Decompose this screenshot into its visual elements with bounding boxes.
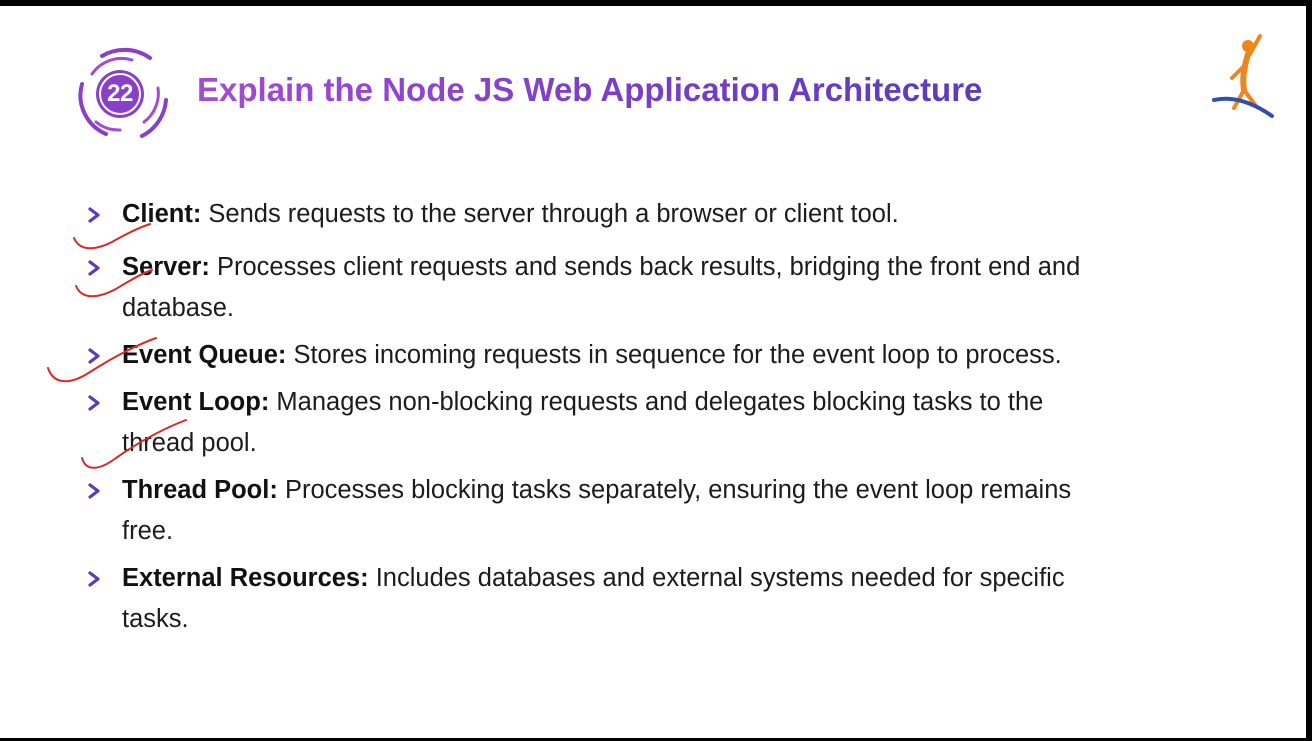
list-item: Server: Processes client requests and se…	[84, 247, 1094, 329]
point-term: Thread Pool:	[122, 476, 278, 504]
list-item: External Resources: Includes databases a…	[84, 558, 1094, 640]
point-description: Stores incoming requests in sequence for…	[293, 341, 1062, 369]
chevron-right-icon	[86, 260, 102, 276]
page-title: Explain the Node JS Web Application Arch…	[197, 68, 982, 112]
list-item: Thread Pool: Processes blocking tasks se…	[84, 470, 1094, 552]
point-term: Client:	[122, 200, 202, 228]
list-item: Event Loop: Manages non-blocking request…	[84, 382, 1094, 464]
point-description: Processes client requests and sends back…	[122, 253, 1081, 322]
slide: 22 Explain the Node JS Web Application A…	[0, 6, 1306, 738]
point-term: Event Queue:	[122, 341, 287, 369]
architecture-points-list: Client: Sends requests to the server thr…	[84, 194, 1094, 646]
point-term: Server:	[122, 253, 210, 281]
chevron-right-icon	[86, 207, 102, 223]
chevron-right-icon	[86, 395, 102, 411]
list-item: Event Queue: Stores incoming requests in…	[84, 335, 1094, 376]
list-item: Client: Sends requests to the server thr…	[84, 194, 1094, 235]
brand-logo	[1212, 34, 1278, 126]
chevron-right-icon	[86, 571, 102, 587]
chevron-right-icon	[86, 483, 102, 499]
slide-header: 22 Explain the Node JS Web Application A…	[0, 6, 1306, 156]
running-figure-logo-icon	[1212, 34, 1274, 118]
question-number-badge: 22	[72, 44, 172, 144]
point-term: Event Loop:	[122, 388, 270, 416]
chevron-right-icon	[86, 348, 102, 364]
point-term: External Resources:	[122, 564, 369, 592]
question-number: 22	[107, 80, 133, 107]
point-description: Sends requests to the server through a b…	[208, 200, 899, 228]
